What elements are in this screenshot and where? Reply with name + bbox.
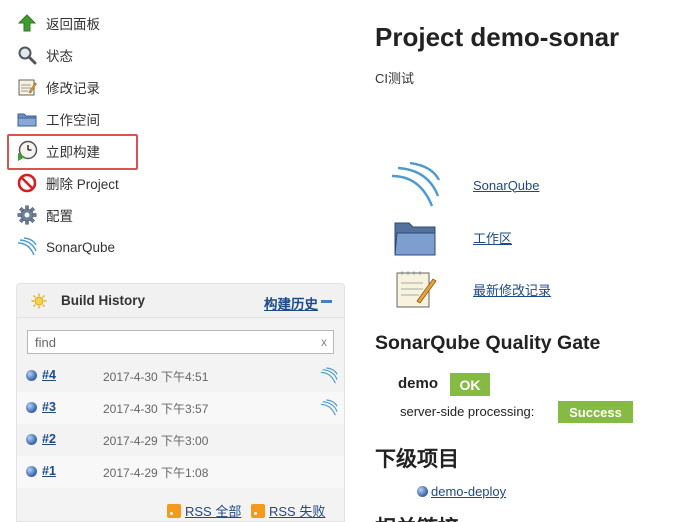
build-number-link[interactable]: #2 — [42, 432, 56, 446]
notepad-icon — [16, 76, 38, 98]
rss-all-label: RSS 全部 — [185, 504, 242, 519]
build-number-link[interactable]: #3 — [42, 400, 56, 414]
sonarqube-link-label: SonarQube — [473, 177, 540, 193]
build-date-link[interactable]: 2017-4-29 下午1:08 — [103, 464, 208, 481]
sun-icon — [31, 293, 47, 309]
sidebar: 返回面板 状态 修改记录 工作空间 立即构建 删除 Project 配置 Son… — [0, 0, 360, 522]
sonarqube-icon[interactable] — [320, 367, 338, 385]
build-history-title: Build History — [61, 293, 146, 308]
build-filter-input[interactable] — [28, 331, 333, 353]
sidebar-item-label: 返回面板 — [46, 17, 100, 32]
rss-icon — [167, 503, 181, 518]
quality-gate-status-badge: OK — [450, 373, 490, 396]
sidebar-item-changes[interactable]: 修改记录 — [16, 72, 336, 102]
rss-icon — [251, 503, 265, 518]
build-history-panel: Build History 构建历史 x #4 2017-4-30 下午4:51… — [16, 283, 345, 522]
collapse-icon[interactable] — [321, 300, 332, 303]
blue-ball-icon — [26, 434, 37, 445]
server-side-processing-badge: Success — [558, 401, 633, 423]
sidebar-item-label: 工作空间 — [46, 113, 100, 128]
magnifier-icon — [16, 44, 38, 66]
sonarqube-main-link[interactable]: SonarQube — [390, 162, 540, 208]
workspace-main-link[interactable]: 工作区 — [390, 214, 512, 260]
rss-all-link[interactable]: RSS 全部 — [167, 501, 241, 520]
arrow-up-icon — [16, 12, 38, 34]
build-date-link[interactable]: 2017-4-30 下午3:57 — [103, 400, 208, 417]
blue-ball-icon — [417, 486, 428, 497]
sidebar-item-label: 立即构建 — [46, 145, 100, 160]
recent-changes-main-link[interactable]: 最新修改记录 — [390, 266, 551, 312]
build-trend-link[interactable]: 构建历史 — [264, 293, 318, 313]
build-date-link[interactable]: 2017-4-29 下午3:00 — [103, 432, 208, 449]
sidebar-item-label: 配置 — [46, 209, 73, 224]
rss-failed-link[interactable]: RSS 失败 — [251, 501, 325, 520]
workspace-link-label: 工作区 — [473, 230, 513, 246]
sonarqube-icon — [16, 236, 38, 258]
build-date-link[interactable]: 2017-4-30 下午4:51 — [103, 368, 208, 385]
rss-failed-label: RSS 失败 — [269, 504, 326, 519]
downstream-project-link[interactable]: demo-deploy — [417, 484, 506, 499]
sidebar-item-label: 状态 — [46, 49, 73, 64]
build-history-footer: RSS 全部 RSS 失败 — [17, 496, 344, 521]
sidebar-item-configure[interactable]: 配置 — [16, 200, 336, 230]
sidebar-item-delete-project[interactable]: 删除 Project — [16, 168, 336, 198]
build-row: #4 2017-4-30 下午4:51 — [17, 360, 344, 392]
sidebar-item-sonarqube[interactable]: SonarQube — [16, 232, 336, 262]
build-row: #3 2017-4-30 下午3:57 — [17, 392, 344, 424]
build-filter: x — [27, 330, 334, 354]
sidebar-item-workspace[interactable]: 工作空间 — [16, 104, 336, 134]
sidebar-item-label: 删除 Project — [46, 177, 119, 192]
build-row: #1 2017-4-29 下午1:08 — [17, 456, 344, 488]
sidebar-item-back-to-dashboard[interactable]: 返回面板 — [16, 8, 336, 38]
sonarqube-icon — [390, 162, 440, 208]
blue-ball-icon — [26, 466, 37, 477]
server-side-processing-label: server-side processing: — [400, 404, 535, 419]
build-row: #2 2017-4-29 下午3:00 — [17, 424, 344, 456]
build-history-header: Build History 构建历史 — [17, 284, 344, 318]
clock-build-icon — [16, 140, 38, 162]
sonarqube-icon[interactable] — [320, 399, 338, 417]
gear-icon — [16, 204, 38, 226]
main-content: Project demo-sonar CI测试 SonarQube 工作区 最新… — [375, 0, 685, 522]
related-links-title: 相关链接 — [375, 512, 459, 522]
build-number-link[interactable]: #4 — [42, 368, 56, 382]
clear-filter-icon[interactable]: x — [321, 335, 327, 349]
recent-changes-link-label: 最新修改记录 — [473, 282, 552, 298]
blue-ball-icon — [26, 370, 37, 381]
downstream-projects-title: 下级项目 — [375, 448, 459, 471]
page-title: Project demo-sonar — [375, 22, 620, 52]
downstream-project-label: demo-deploy — [431, 484, 507, 499]
no-entry-icon — [16, 172, 38, 194]
quality-gate-title: SonarQube Quality Gate — [375, 332, 601, 354]
blue-ball-icon — [26, 402, 37, 413]
folder-icon — [390, 214, 440, 260]
folder-icon — [16, 108, 38, 130]
quality-gate-project: demo — [398, 375, 439, 392]
build-number-link[interactable]: #1 — [42, 464, 56, 478]
sidebar-item-label: 修改记录 — [46, 81, 100, 96]
sidebar-item-label: SonarQube — [46, 239, 116, 255]
notepad-icon — [390, 266, 440, 312]
project-description: CI测试 — [375, 71, 415, 86]
sidebar-item-build-now[interactable]: 立即构建 — [16, 136, 336, 166]
sidebar-item-status[interactable]: 状态 — [16, 40, 336, 70]
